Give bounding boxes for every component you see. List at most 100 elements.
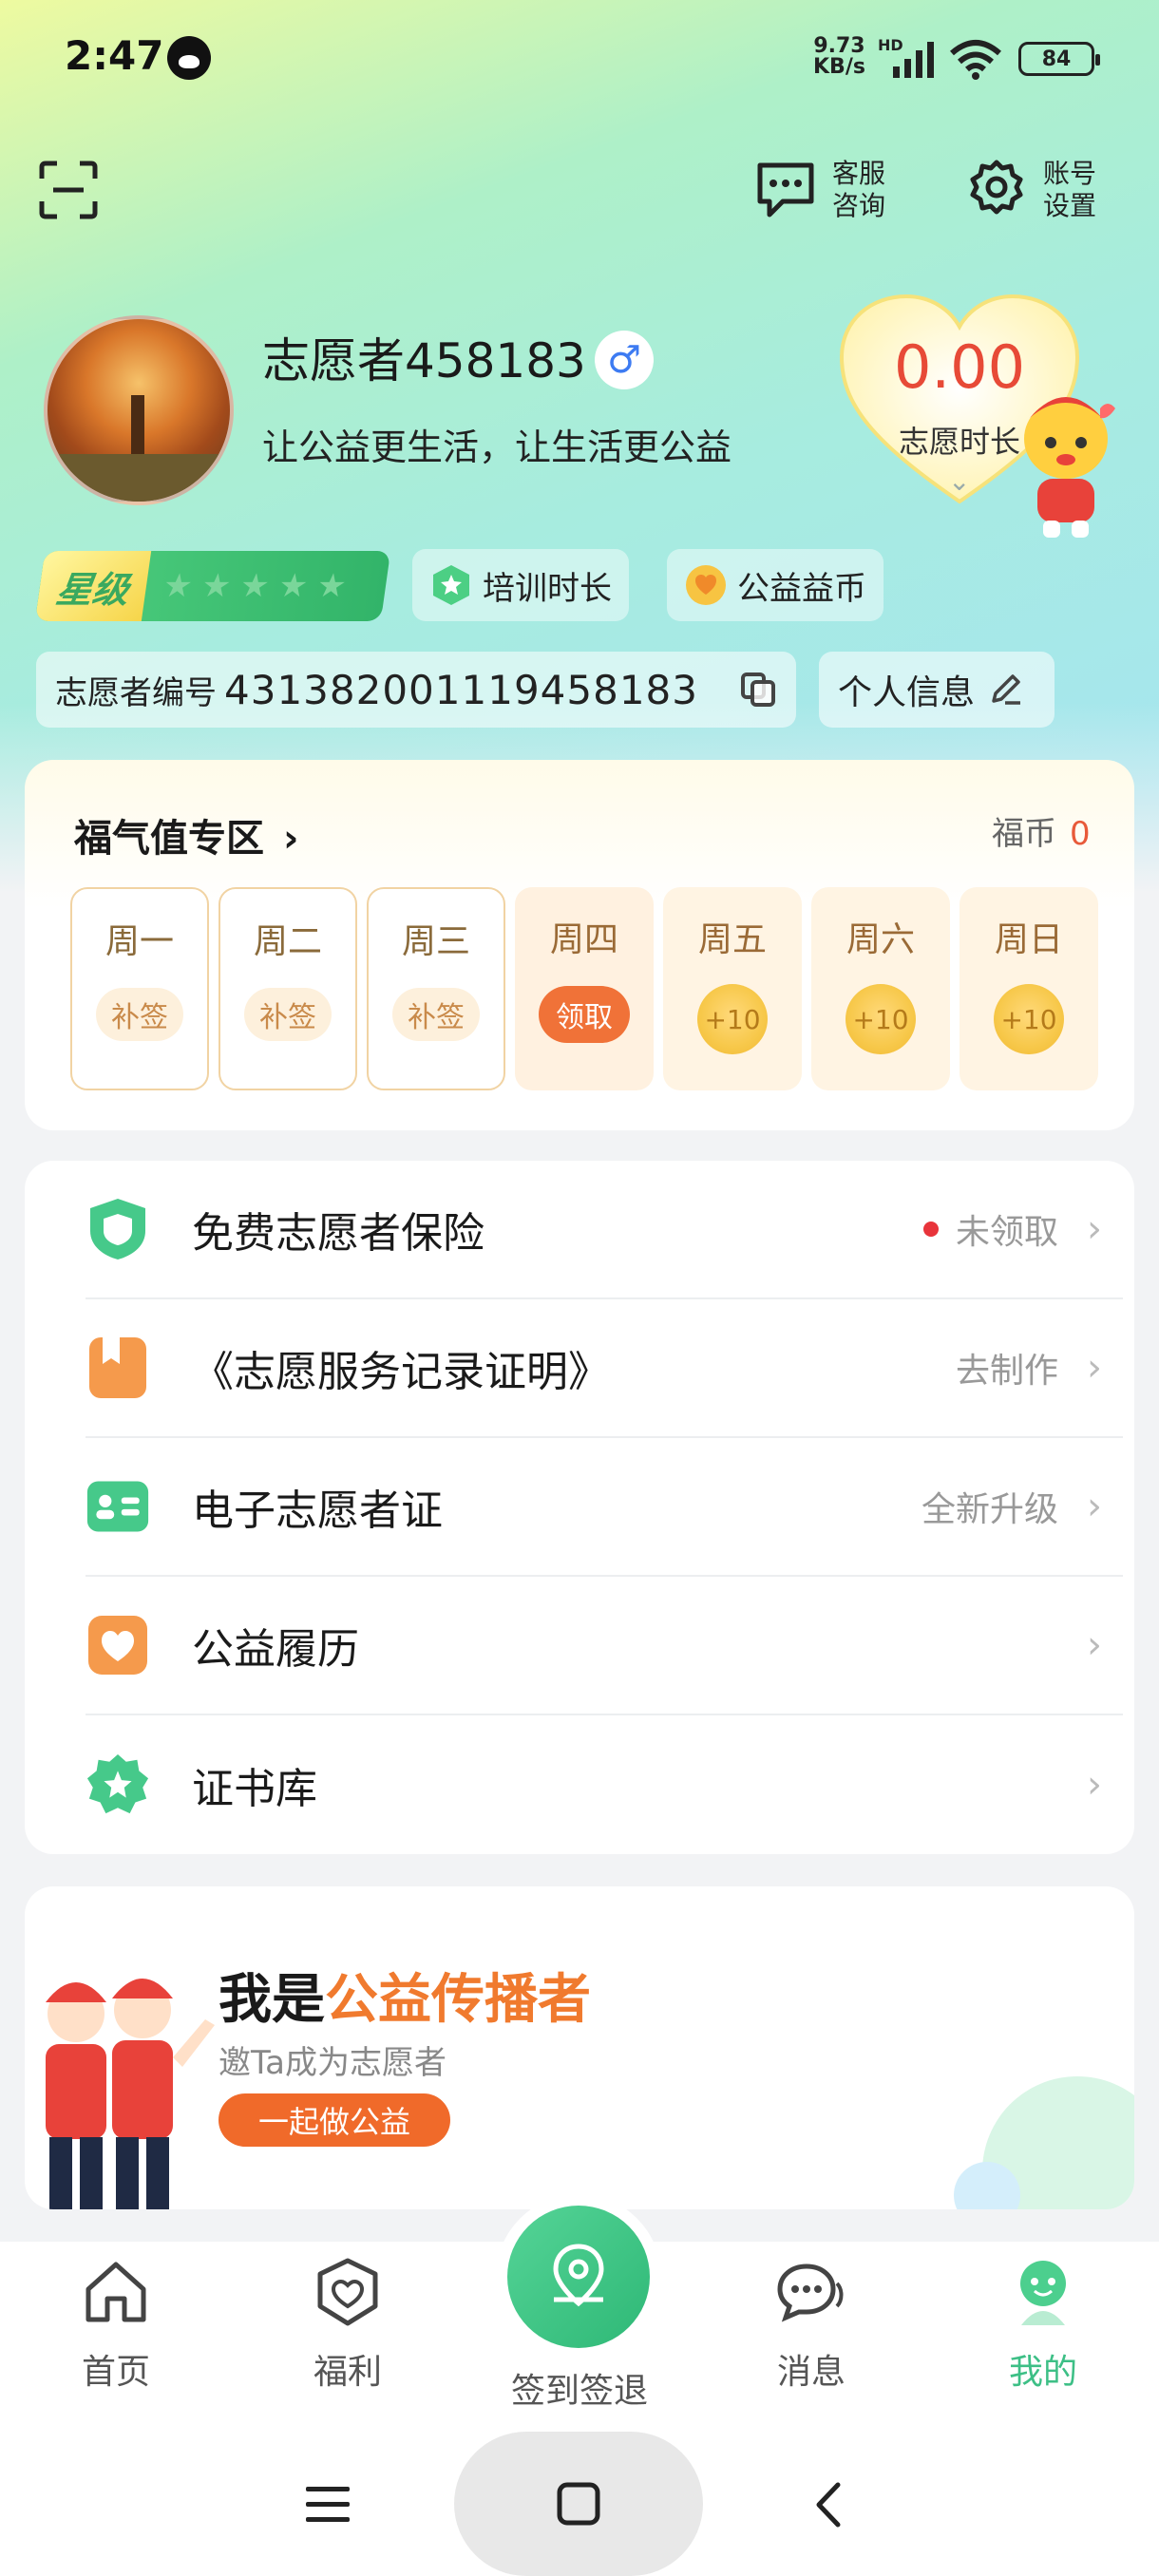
makeup-checkin-button[interactable]: 补签 (244, 988, 332, 1041)
profile-icon (1020, 2261, 1066, 2325)
gender-male-icon: ♂ (595, 331, 654, 389)
welfare-heart-icon (317, 2258, 378, 2326)
id-card-icon (86, 1474, 150, 1539)
personal-info-label: 个人信息 (838, 673, 976, 712)
status-bar: 2:47 9.73 KB/s HD 84 (0, 0, 1159, 114)
star-badge-icon (86, 1752, 150, 1817)
personal-info-button[interactable]: 个人信息 (819, 652, 1054, 728)
home-button[interactable] (454, 2432, 703, 2576)
customer-service-button[interactable]: 客服 咨询 (754, 158, 885, 222)
menu-item-label: 公益履历 (192, 1625, 359, 1674)
tab-label: 福利 (313, 2353, 382, 2392)
network-speed: 9.73 KB/s (813, 36, 865, 78)
public-coins-chip[interactable]: 公益益币 (667, 549, 884, 621)
shield-icon (86, 1197, 150, 1261)
menu-item-status: 未领取 (922, 1204, 1058, 1254)
banner-title: 我是公益传播者 (218, 1957, 591, 2034)
day-friday: 周五 +10 (663, 887, 802, 1090)
menu-icon[interactable] (304, 2481, 352, 2529)
day-name: 周五 (697, 920, 767, 959)
chevron-right-icon: › (1087, 1623, 1102, 1667)
volunteers-illustration (46, 1979, 215, 2209)
day-tuesday[interactable]: 周二 补签 (218, 887, 357, 1090)
menu-item-service-record[interactable]: 《志愿服务记录证明》 去制作 › (86, 1299, 1123, 1438)
service-label-line2: 咨询 (832, 190, 886, 221)
coin-reward: +10 (846, 984, 916, 1054)
settings-label-line1: 账号 (1043, 158, 1097, 189)
menu-item-e-card[interactable]: 电子志愿者证 全新升级 › (86, 1438, 1123, 1577)
chevron-right-icon: › (1087, 1346, 1102, 1390)
gear-icon (970, 160, 1023, 215)
chevron-down-icon[interactable]: ⌄ (948, 465, 970, 497)
day-thursday[interactable]: 周四 领取 (515, 887, 654, 1090)
back-icon[interactable] (809, 2479, 847, 2530)
net-speed-value: 9.73 (813, 34, 865, 58)
tab-messages[interactable]: 消息 (735, 2257, 887, 2394)
status-time: 2:47 (65, 32, 164, 79)
mascot-illustration (1024, 397, 1115, 538)
fubi-label: 福币 (992, 815, 1056, 853)
chevron-right-icon: › (282, 817, 299, 861)
coin-reward: +10 (697, 984, 768, 1054)
battery-indicator: 84 (1018, 42, 1100, 76)
chat-bubble-icon (757, 162, 814, 218)
tab-label: 首页 (81, 2353, 150, 2392)
tab-label: 我的 (1008, 2353, 1077, 2392)
menu-item-value: 去制作 (955, 1352, 1058, 1391)
star-icon: ★ (199, 567, 234, 605)
fubi-balance: 福币 0 (992, 807, 1091, 854)
service-label-line1: 客服 (832, 158, 886, 189)
account-settings-button[interactable]: 账号 设置 (965, 158, 1096, 222)
avatar[interactable] (44, 315, 234, 505)
fuqi-zone-title[interactable]: 福气值专区 › (74, 807, 298, 862)
tab-welfare[interactable]: 福利 (272, 2257, 424, 2394)
banner-title-highlight: 公益传播者 (325, 1969, 591, 2031)
fubi-value: 0 (1070, 815, 1091, 853)
menu-item-label: 免费志愿者保险 (192, 1209, 484, 1258)
makeup-checkin-button[interactable]: 补签 (392, 988, 480, 1041)
volunteer-id-value: 431382001119458183 (224, 666, 698, 713)
join-charity-button[interactable]: 一起做公益 (218, 2093, 450, 2147)
star-level-badge[interactable]: 星级 ★ ★ ★ ★ ★ (34, 551, 391, 621)
menu-item-insurance[interactable]: 免费志愿者保险 未领取 › (86, 1161, 1123, 1299)
star-level-label: 星级 (34, 551, 152, 621)
tab-label: 消息 (776, 2353, 846, 2392)
menu-item-label: 电子志愿者证 (192, 1487, 443, 1535)
training-hours-chip[interactable]: 培训时长 (412, 549, 629, 621)
menu-item-certificates[interactable]: 证书库 › (86, 1715, 1123, 1854)
day-name: 周三 (401, 922, 470, 961)
training-badge-icon (433, 565, 469, 605)
star-icon: ★ (276, 567, 311, 605)
tab-home[interactable]: 首页 (40, 2257, 192, 2394)
menu-item-value: 未领取 (955, 1213, 1058, 1252)
checkin-checkout-button[interactable] (507, 2206, 650, 2348)
heart-icon (86, 1613, 150, 1677)
star-rating: ★ ★ ★ ★ ★ (161, 567, 349, 605)
menu-item-value: 全新升级 (921, 1490, 1058, 1529)
public-coins-label: 公益益币 (737, 569, 866, 608)
promoter-banner[interactable] (25, 1886, 1134, 2209)
banner-title-prefix: 我是 (218, 1969, 325, 2031)
chat-icon (777, 2263, 844, 2322)
net-speed-unit: KB/s (813, 55, 865, 79)
copy-icon[interactable] (739, 671, 777, 709)
edit-pencil-icon (992, 674, 1021, 705)
tab-profile[interactable]: 我的 (967, 2257, 1119, 2394)
claim-button[interactable]: 领取 (539, 986, 630, 1043)
tab-checkin[interactable]: 签到签退 (504, 2356, 656, 2413)
profile-motto: 让公益更生活，让生活更公益 (262, 426, 732, 468)
menu-item-label: 《志愿服务记录证明》 (192, 1348, 610, 1396)
day-monday[interactable]: 周一 补签 (70, 887, 209, 1090)
day-name: 周六 (846, 920, 915, 959)
menu-item-resume[interactable]: 公益履历 › (86, 1577, 1123, 1715)
volunteer-id-bar: 志愿者编号 431382001119458183 (36, 652, 796, 728)
home-icon (86, 2262, 146, 2322)
training-hours-label: 培训时长 (483, 569, 612, 608)
scan-icon[interactable] (38, 160, 99, 220)
service-menu-card: 免费志愿者保险 未领取 › 《志愿服务记录证明》 去制作 › 电子志愿者证 全新… (25, 1161, 1134, 1854)
banner-subtitle: 邀Ta成为志愿者 (218, 2044, 446, 2082)
makeup-checkin-button[interactable]: 补签 (96, 988, 183, 1041)
day-wednesday[interactable]: 周三 补签 (367, 887, 505, 1090)
signal-icon (893, 42, 934, 78)
square-home-icon (557, 2482, 600, 2526)
